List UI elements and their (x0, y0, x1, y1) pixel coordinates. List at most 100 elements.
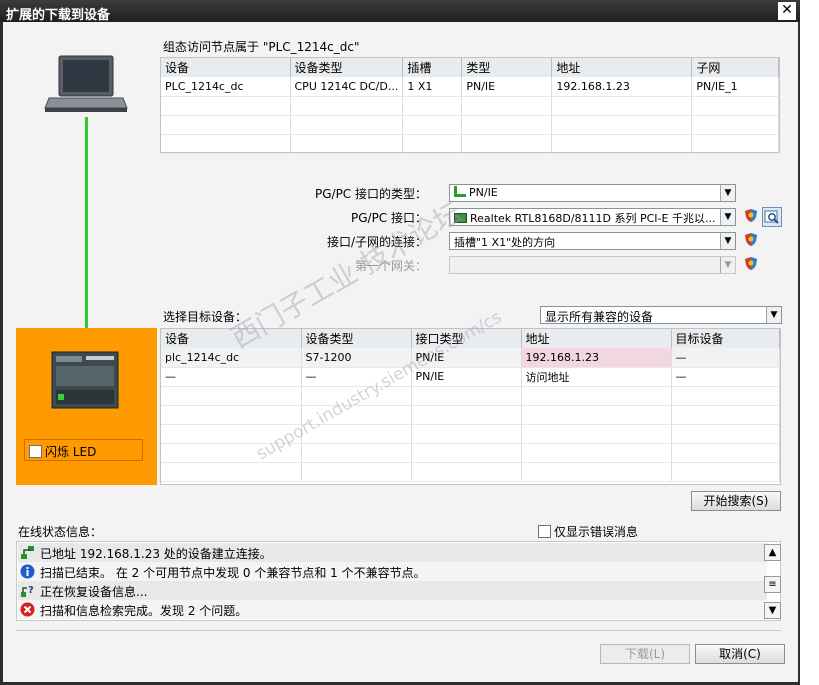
network-card-icon (454, 213, 467, 223)
cell-interface-type: PN/IE (411, 348, 522, 368)
col-slot: 插槽 (402, 58, 463, 77)
errors-only-label: 仅显示错误消息 (554, 525, 639, 539)
dialog-body: 组态访问节点属于 "PLC_1214c_dc" 设备 设备类型 插槽 类型 地址… (3, 22, 798, 682)
connection-line (85, 117, 88, 353)
cell-address: 192.168.1.23 (551, 77, 693, 97)
cell-address[interactable]: 访问地址 (521, 367, 672, 387)
flash-led-label: 闪烁 LED (45, 445, 97, 459)
network-connect-icon (21, 546, 34, 559)
cell-device: — (161, 367, 302, 387)
config-table: 设备 设备类型 插槽 类型 地址 子网 PLC_1214c_dc CPU 121… (161, 58, 779, 154)
svg-text:?: ? (28, 585, 34, 596)
chevron-down-icon: ▼ (720, 209, 735, 225)
col-type: 类型 (461, 58, 553, 77)
chevron-down-icon: ▼ (720, 233, 735, 249)
table-row (161, 96, 779, 116)
gateway-label: 第一个网关： (354, 259, 427, 273)
table-row (161, 386, 780, 406)
plc-device-icon (51, 351, 119, 409)
col-address: 地址 (551, 58, 693, 77)
cell-target-device: — (671, 367, 780, 387)
cancel-button[interactable]: 取消(C) (695, 644, 785, 664)
chevron-down-icon: ▼ (720, 185, 735, 201)
scroll-menu-button[interactable]: ≡ (764, 576, 781, 593)
status-caption: 在线状态信息： (18, 525, 103, 539)
pgpc-value: Realtek RTL8168D/8111D 系列 PCI-E 千兆以... (470, 212, 716, 225)
col-device-type: 设备类型 (301, 329, 412, 348)
col-subnet: 子网 (691, 58, 779, 77)
cell-device-type: — (301, 367, 412, 387)
shield-icon[interactable] (744, 208, 758, 223)
close-button[interactable]: ✕ (778, 2, 796, 20)
subnet-value: 插槽"1 X1"处的方向 (454, 236, 556, 249)
table-row (161, 443, 780, 463)
target-filter-select[interactable]: 显示所有兼容的设备 ▼ (540, 306, 782, 324)
download-button[interactable]: 下载(L) (600, 644, 690, 664)
target-table-header: 设备 设备类型 接口类型 地址 目标设备 (161, 329, 780, 348)
pgpc-type-label: PG/PC 接口的类型： (314, 187, 427, 201)
message-text: 已地址 192.168.1.23 处的设备建立连接。 (40, 547, 272, 561)
list-item[interactable]: 扫描和信息检索完成。发现 2 个问题。 (18, 600, 767, 619)
cell-device: plc_1214c_dc (161, 348, 302, 368)
title-bar: 扩展的下载到设备 ✕ (0, 0, 800, 23)
col-device: 设备 (161, 58, 291, 77)
start-search-button[interactable]: 开始搜索(S) (691, 491, 781, 511)
col-device-type: 设备类型 (290, 58, 404, 77)
cell-address[interactable]: 192.168.1.23 (521, 348, 672, 368)
message-text: 正在恢复设备信息... (40, 585, 148, 599)
network-query-icon: ? (21, 585, 34, 597)
table-row (161, 424, 780, 444)
config-table-header: 设备 设备类型 插槽 类型 地址 子网 (161, 58, 779, 77)
flash-led-checkbox[interactable]: 闪烁 LED (24, 439, 143, 461)
subnet-label: 接口/子网的连接： (326, 235, 427, 249)
download-dialog: 扩展的下载到设备 ✕ 组态访问节点属于 "PLC_1214c_dc" 设备 设备… (0, 0, 800, 685)
checkbox-box (538, 525, 551, 538)
subnet-select[interactable]: 插槽"1 X1"处的方向 ▼ (449, 232, 736, 250)
cell-interface-type: PN/IE (411, 367, 522, 387)
message-text: 扫描和信息检索完成。发现 2 个问题。 (40, 604, 248, 618)
col-address: 地址 (521, 329, 672, 348)
pc-laptop-icon (44, 55, 128, 112)
cell-device-type: S7-1200 (301, 348, 412, 368)
magnifier-icon (764, 210, 779, 224)
footer-divider (16, 630, 781, 631)
shield-icon[interactable] (744, 232, 758, 247)
scroll-up-button[interactable]: ▲ (764, 544, 781, 561)
target-plc-panel: 闪烁 LED (16, 328, 157, 485)
errors-only-checkbox[interactable]: 仅显示错误消息 (538, 523, 638, 540)
col-device: 设备 (161, 329, 302, 348)
table-row[interactable]: plc_1214c_dc S7-1200 PN/IE 192.168.1.23 … (161, 348, 780, 368)
config-caption: 组态访问节点属于 "PLC_1214c_dc" (163, 40, 360, 54)
gateway-select[interactable]: ▼ (449, 256, 736, 274)
message-text: 扫描已结束。 在 2 个可用节点中发现 0 个兼容节点和 1 个不兼容节点。 (40, 566, 426, 580)
pgpc-label: PG/PC 接口： (350, 211, 427, 225)
target-table-frame: 设备 设备类型 接口类型 地址 目标设备 plc_1214c_dc S7-120… (160, 328, 781, 485)
pgpc-type-value: PN/IE (469, 186, 498, 199)
pgpc-type-select[interactable]: PN/IE ▼ (449, 184, 736, 202)
properties-button[interactable] (762, 207, 782, 227)
table-row (161, 134, 779, 154)
cell-target-device: — (671, 348, 780, 368)
info-icon (20, 564, 35, 579)
list-item[interactable]: 扫描已结束。 在 2 个可用节点中发现 0 个兼容节点和 1 个不兼容节点。 (18, 562, 767, 581)
target-filter-value: 显示所有兼容的设备 (545, 310, 654, 324)
dialog-title: 扩展的下载到设备 (6, 8, 111, 23)
chevron-down-icon: ▼ (766, 307, 781, 323)
target-caption: 选择目标设备： (163, 310, 248, 324)
scroll-down-button[interactable]: ▼ (764, 602, 781, 619)
col-target-device: 目标设备 (671, 329, 780, 348)
target-table: 设备 设备类型 接口类型 地址 目标设备 plc_1214c_dc S7-120… (161, 329, 780, 482)
table-row (161, 115, 779, 135)
shield-icon[interactable] (744, 256, 758, 271)
table-row[interactable]: PLC_1214c_dc CPU 1214C DC/D... 1 X1 PN/I… (161, 77, 779, 97)
table-row (161, 462, 780, 482)
cell-slot: 1 X1 (402, 77, 463, 97)
col-interface-type: 接口类型 (411, 329, 522, 348)
list-item[interactable]: ? 正在恢复设备信息... (18, 581, 767, 600)
cell-device-type: CPU 1214C DC/D... (290, 77, 404, 97)
error-icon (20, 602, 35, 617)
cell-device: PLC_1214c_dc (161, 77, 291, 97)
pgpc-select[interactable]: Realtek RTL8168D/8111D 系列 PCI-E 千兆以... ▼ (449, 208, 736, 226)
list-item[interactable]: 已地址 192.168.1.23 处的设备建立连接。 (18, 543, 767, 562)
table-row[interactable]: — — PN/IE 访问地址 — (161, 367, 780, 387)
